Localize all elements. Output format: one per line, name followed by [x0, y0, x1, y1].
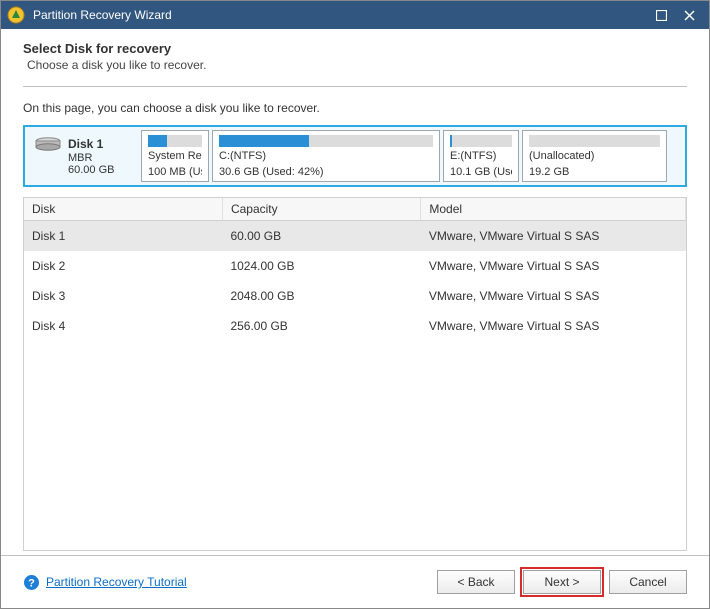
cell-model: VMware, VMware Virtual S SAS	[421, 251, 686, 281]
cell-disk: Disk 4	[24, 311, 222, 341]
disk-icon	[34, 135, 62, 153]
help-icon: ?	[23, 574, 40, 591]
cell-capacity: 1024.00 GB	[222, 251, 420, 281]
close-button[interactable]	[675, 1, 703, 29]
titlebar: Partition Recovery Wizard	[1, 1, 709, 29]
partition-label: C:(NTFS)	[219, 150, 433, 163]
partition-usage-bar	[148, 135, 202, 147]
cell-model: VMware, VMware Virtual S SAS	[421, 221, 686, 252]
table-header-row: Disk Capacity Model	[24, 198, 686, 221]
cell-model: VMware, VMware Virtual S SAS	[421, 311, 686, 341]
help-link[interactable]: ? Partition Recovery Tutorial	[23, 574, 187, 591]
disk-summary: Disk 1 MBR 60.00 GB	[28, 130, 138, 182]
instruction-text: On this page, you can choose a disk you …	[23, 101, 687, 115]
disk-layout[interactable]: Disk 1 MBR 60.00 GB System Reser 100 MB (…	[23, 125, 687, 187]
app-icon	[7, 6, 25, 24]
partition-label: (Unallocated)	[529, 150, 660, 163]
disk-size: 60.00 GB	[68, 164, 132, 177]
disk-name: Disk 1	[68, 137, 103, 151]
cell-model: VMware, VMware Virtual S SAS	[421, 281, 686, 311]
window-title: Partition Recovery Wizard	[33, 8, 647, 22]
disk-table: Disk Capacity Model Disk 160.00 GBVMware…	[23, 197, 687, 551]
table-row[interactable]: Disk 160.00 GBVMware, VMware Virtual S S…	[24, 221, 686, 252]
col-disk[interactable]: Disk	[24, 198, 222, 221]
partition-sublabel: 10.1 GB (Used:	[450, 166, 512, 179]
partition-label: System Reser	[148, 150, 202, 163]
back-button[interactable]: < Back	[437, 570, 515, 594]
wizard-footer: ? Partition Recovery Tutorial < Back Nex…	[1, 555, 709, 608]
table-row[interactable]: Disk 32048.00 GBVMware, VMware Virtual S…	[24, 281, 686, 311]
cell-disk: Disk 3	[24, 281, 222, 311]
partition-label: E:(NTFS)	[450, 150, 512, 163]
maximize-button[interactable]	[647, 1, 675, 29]
partition-usage-bar	[450, 135, 512, 147]
svg-text:?: ?	[28, 577, 35, 589]
partition-block[interactable]: System Reser 100 MB (Used:	[141, 130, 209, 182]
partition-block[interactable]: E:(NTFS) 10.1 GB (Used:	[443, 130, 519, 182]
page-heading: Select Disk for recovery	[23, 41, 687, 56]
page-subheading: Choose a disk you like to recover.	[23, 58, 687, 72]
partition-block[interactable]: C:(NTFS) 30.6 GB (Used: 42%)	[212, 130, 440, 182]
cell-capacity: 60.00 GB	[222, 221, 420, 252]
table-row[interactable]: Disk 4256.00 GBVMware, VMware Virtual S …	[24, 311, 686, 341]
wizard-content: Select Disk for recovery Choose a disk y…	[1, 29, 709, 555]
table-row[interactable]: Disk 21024.00 GBVMware, VMware Virtual S…	[24, 251, 686, 281]
partition-block[interactable]: (Unallocated) 19.2 GB	[522, 130, 667, 182]
cell-capacity: 2048.00 GB	[222, 281, 420, 311]
partition-usage-bar	[529, 135, 660, 147]
cell-disk: Disk 1	[24, 221, 222, 252]
partition-usage-bar	[219, 135, 433, 147]
cancel-button[interactable]: Cancel	[609, 570, 687, 594]
cell-capacity: 256.00 GB	[222, 311, 420, 341]
col-model[interactable]: Model	[421, 198, 686, 221]
col-capacity[interactable]: Capacity	[222, 198, 420, 221]
partition-sublabel: 30.6 GB (Used: 42%)	[219, 166, 433, 179]
partition-sublabel: 100 MB (Used:	[148, 166, 202, 179]
cell-disk: Disk 2	[24, 251, 222, 281]
next-button[interactable]: Next >	[523, 570, 601, 594]
help-link-label: Partition Recovery Tutorial	[46, 575, 187, 589]
partition-sublabel: 19.2 GB	[529, 166, 660, 179]
divider	[23, 86, 687, 87]
